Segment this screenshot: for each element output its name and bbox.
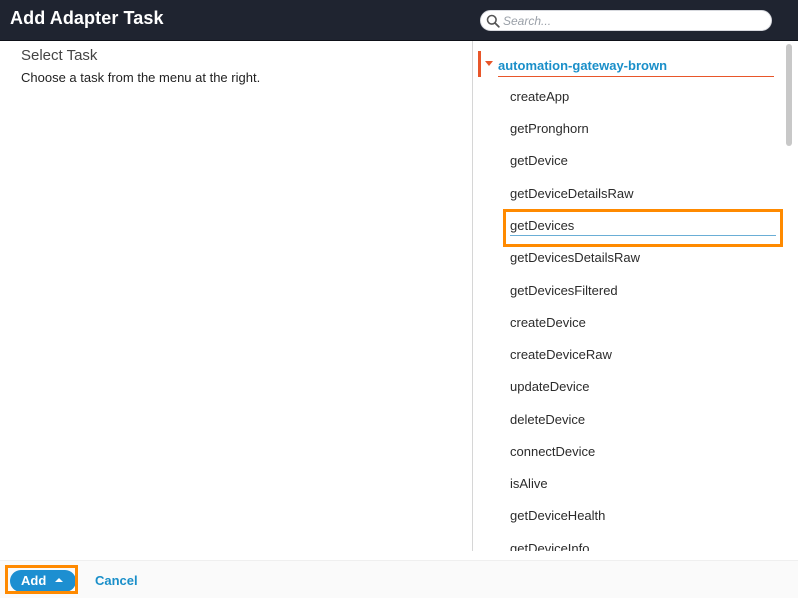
instructions-text: Choose a task from the menu at the right…	[21, 70, 261, 85]
dialog-title: Add Adapter Task	[10, 8, 164, 28]
task-item-getDevicesDetailsRaw[interactable]: getDevicesDetailsRaw	[510, 249, 640, 267]
dialog-footer: Add Cancel	[0, 560, 798, 598]
title-bar: Add Adapter Task	[0, 0, 798, 41]
tree-group-label: automation-gateway-brown	[498, 58, 668, 73]
task-item-getPronghorn[interactable]: getPronghorn	[510, 120, 589, 138]
task-item-isAlive[interactable]: isAlive	[510, 475, 548, 493]
task-item-createDevice[interactable]: createDevice	[510, 314, 586, 332]
task-item-deleteDevice[interactable]: deleteDevice	[510, 411, 585, 429]
chevron-down-icon[interactable]	[485, 61, 493, 66]
select-task-heading: Select Task	[21, 47, 98, 64]
task-item-getDeviceDetailsRaw[interactable]: getDeviceDetailsRaw	[510, 185, 634, 203]
task-item-createDeviceRaw[interactable]: createDeviceRaw	[510, 346, 612, 364]
task-tree-scrollbar[interactable]	[786, 44, 792, 146]
task-tree: automation-gateway-brown createApp getPr…	[473, 41, 798, 551]
search-box[interactable]	[480, 10, 772, 31]
task-item-createApp[interactable]: createApp	[510, 88, 569, 106]
task-item-getDeviceHealth[interactable]: getDeviceHealth	[510, 507, 605, 525]
search-input[interactable]	[503, 12, 765, 29]
task-details-pane: Select Task Choose a task from the menu …	[0, 41, 472, 551]
search-icon	[486, 14, 500, 28]
add-button[interactable]: Add	[10, 570, 76, 592]
tree-group-underline	[498, 76, 774, 77]
cancel-button[interactable]: Cancel	[95, 573, 138, 588]
task-item-getDevicesFiltered[interactable]: getDevicesFiltered	[510, 282, 618, 300]
task-item-getDeviceInfo[interactable]: getDeviceInfo	[510, 540, 590, 551]
caret-up-icon	[55, 578, 63, 582]
add-button-label: Add	[21, 573, 47, 588]
task-item-connectDevice[interactable]: connectDevice	[510, 443, 595, 461]
add-adapter-task-dialog: Add Adapter Task Select Task Choose a ta…	[0, 0, 798, 598]
tree-group-automation-gateway-brown[interactable]: automation-gateway-brown	[478, 51, 778, 77]
task-item-getDevice[interactable]: getDevice	[510, 152, 568, 170]
task-item-updateDevice[interactable]: updateDevice	[510, 378, 590, 396]
task-item-getDevices[interactable]: getDevices	[510, 217, 776, 236]
